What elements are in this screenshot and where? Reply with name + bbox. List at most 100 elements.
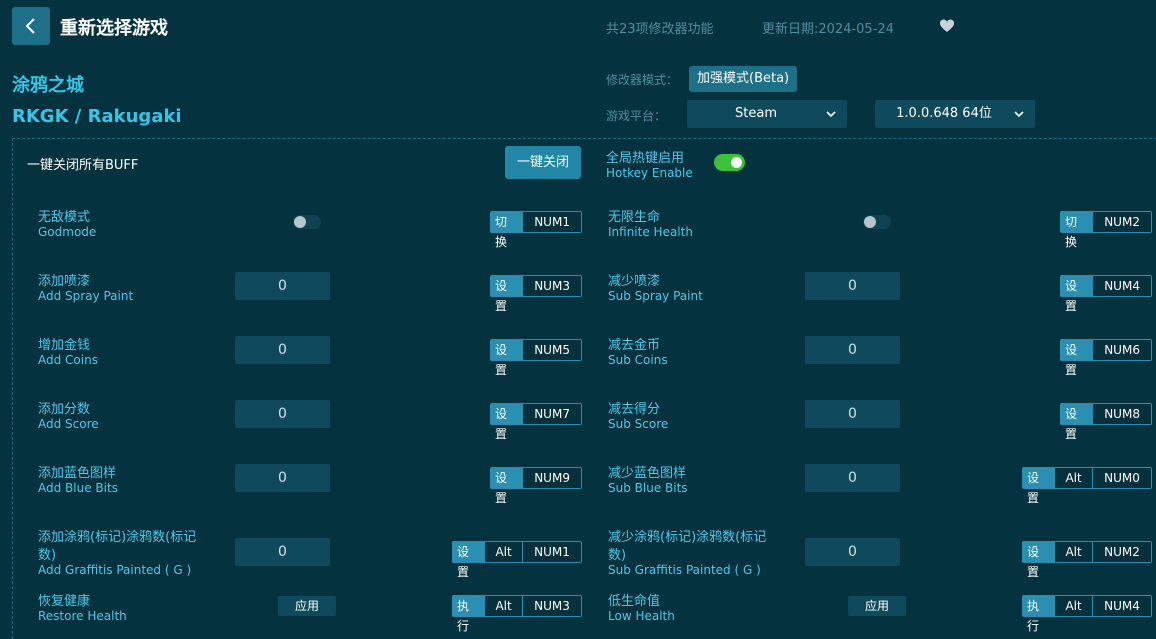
feature-label-en: Sub Blue Bits bbox=[608, 481, 688, 495]
mode-label: 修改器模式： bbox=[606, 73, 679, 87]
hotkey-action-label[interactable]: 设置 bbox=[491, 340, 523, 377]
hotkey-key[interactable]: Alt bbox=[484, 596, 522, 616]
hotkey-group[interactable]: 切换 NUM2 bbox=[1060, 211, 1152, 249]
platform-label: 游戏平台： bbox=[606, 109, 667, 123]
hotkey-group[interactable]: 切换 NUM1 bbox=[490, 211, 582, 249]
feature-label-en: Infinite Health bbox=[608, 225, 693, 239]
feature-label-cn: 减少涂鸦(标记)涂鸦数(标记 bbox=[608, 530, 767, 545]
toggle-knob bbox=[294, 216, 306, 228]
hotkey-group[interactable]: 设置 NUM6 bbox=[1060, 339, 1152, 377]
chevron-down-icon bbox=[826, 111, 836, 118]
hotkey-group[interactable]: 设置 NUM9 bbox=[490, 467, 582, 505]
value-input[interactable]: 0 bbox=[235, 538, 330, 566]
hotkey-action-label[interactable]: 执行 bbox=[453, 596, 485, 633]
feature-label-cn: 减去得分 bbox=[608, 402, 661, 417]
hotkey-group[interactable]: 设置 NUM5 bbox=[490, 339, 582, 377]
hotkey-label-cn: 全局热键启用 bbox=[606, 151, 685, 166]
hotkey-key[interactable]: NUM3 bbox=[522, 276, 581, 296]
feature-count: 共23项修改器功能 bbox=[606, 22, 714, 37]
heart-icon[interactable] bbox=[939, 18, 955, 34]
hotkey-key[interactable]: Alt bbox=[484, 542, 522, 562]
hotkey-group[interactable]: 设置 Alt NUM2 bbox=[1022, 541, 1152, 579]
version-value: 1.0.0.648 64位 bbox=[896, 106, 992, 121]
hotkey-key[interactable]: NUM0 bbox=[1091, 468, 1151, 488]
feature-label-en: Godmode bbox=[38, 225, 97, 239]
feature-label-en: Add Score bbox=[38, 417, 99, 431]
hotkey-action-label[interactable]: 设置 bbox=[491, 404, 523, 441]
value-input[interactable]: 0 bbox=[235, 272, 330, 300]
hotkey-action-label[interactable]: 执行 bbox=[1023, 596, 1055, 633]
hotkey-group[interactable]: 设置 NUM4 bbox=[1060, 275, 1152, 313]
close-all-button[interactable]: 一键关闭 bbox=[505, 146, 581, 179]
feature-label-cn: 添加喷漆 bbox=[38, 274, 91, 289]
hotkey-toggle[interactable] bbox=[714, 154, 745, 171]
feature-label-en: Low Health bbox=[608, 609, 675, 623]
feature-toggle[interactable] bbox=[293, 215, 321, 229]
game-title-cn: 涂鸦之城 bbox=[12, 75, 84, 96]
hotkey-action-label[interactable]: 切换 bbox=[491, 212, 523, 249]
value-input[interactable]: 0 bbox=[805, 464, 900, 492]
toggle-knob bbox=[731, 157, 742, 168]
value-input[interactable]: 0 bbox=[805, 538, 900, 566]
hotkey-key[interactable]: Alt bbox=[1054, 468, 1092, 488]
hotkey-key[interactable]: NUM9 bbox=[522, 468, 581, 488]
feature-label-en: Sub Spray Paint bbox=[608, 289, 703, 303]
feature-label-en: Add Blue Bits bbox=[38, 481, 118, 495]
hotkey-key[interactable]: NUM1 bbox=[522, 212, 581, 232]
feature-label-cn: 恢复健康 bbox=[38, 594, 91, 609]
hotkey-key[interactable]: NUM2 bbox=[1092, 212, 1151, 232]
hotkey-key[interactable]: NUM1 bbox=[521, 542, 581, 562]
hotkey-group[interactable]: 设置 NUM3 bbox=[490, 275, 582, 313]
platform-select[interactable]: Steam bbox=[687, 100, 847, 128]
value-input[interactable]: 0 bbox=[235, 336, 330, 364]
hotkey-action-label[interactable]: 设置 bbox=[1061, 340, 1093, 377]
feature-label-cn: 无敌模式 bbox=[38, 210, 91, 225]
hotkey-group[interactable]: 设置 NUM8 bbox=[1060, 403, 1152, 441]
hotkey-action-label[interactable]: 切换 bbox=[1061, 212, 1093, 249]
hotkey-action-label[interactable]: 设置 bbox=[453, 542, 485, 579]
hotkey-action-label[interactable]: 设置 bbox=[1023, 468, 1055, 505]
hotkey-group[interactable]: 执行 Alt NUM3 bbox=[452, 595, 582, 633]
feature-label-cn: 低生命值 bbox=[608, 594, 661, 609]
hotkey-group[interactable]: 设置 NUM7 bbox=[490, 403, 582, 441]
hotkey-group[interactable]: 执行 Alt NUM4 bbox=[1022, 595, 1152, 633]
back-button[interactable] bbox=[12, 7, 50, 45]
hotkey-key[interactable]: NUM7 bbox=[522, 404, 581, 424]
feature-toggle[interactable] bbox=[863, 215, 891, 229]
feature-label-en: Sub Coins bbox=[608, 353, 668, 367]
hotkey-label-en: Hotkey Enable bbox=[606, 166, 693, 180]
hotkey-action-label[interactable]: 设置 bbox=[491, 276, 523, 313]
hotkey-action-label[interactable]: 设置 bbox=[1061, 276, 1093, 313]
hotkey-key[interactable]: NUM3 bbox=[521, 596, 581, 616]
hotkey-key[interactable]: NUM5 bbox=[522, 340, 581, 360]
hotkey-key[interactable]: NUM8 bbox=[1092, 404, 1151, 424]
apply-button[interactable]: 应用 bbox=[278, 596, 336, 616]
value-input[interactable]: 0 bbox=[805, 336, 900, 364]
version-select[interactable]: 1.0.0.648 64位 bbox=[875, 100, 1035, 128]
feature-label-cn: 无限生命 bbox=[608, 210, 661, 225]
chevron-left-icon bbox=[25, 18, 35, 34]
mode-button[interactable]: 加强模式(Beta) bbox=[689, 66, 798, 92]
hotkey-key[interactable]: Alt bbox=[1054, 596, 1092, 616]
hotkey-key[interactable]: NUM4 bbox=[1092, 276, 1151, 296]
hotkey-key[interactable]: NUM2 bbox=[1091, 542, 1151, 562]
value-input[interactable]: 0 bbox=[235, 464, 330, 492]
hotkey-group[interactable]: 设置 Alt NUM1 bbox=[452, 541, 582, 579]
feature-label-en: Add Spray Paint bbox=[38, 289, 134, 303]
feature-label-cn: 减少蓝色图样 bbox=[608, 466, 687, 481]
toggle-knob bbox=[864, 216, 876, 228]
apply-button[interactable]: 应用 bbox=[848, 596, 906, 616]
hotkey-action-label[interactable]: 设置 bbox=[1061, 404, 1093, 441]
hotkey-key[interactable]: NUM6 bbox=[1092, 340, 1151, 360]
feature-label-en: Add Coins bbox=[38, 353, 98, 367]
hotkey-group[interactable]: 设置 Alt NUM0 bbox=[1022, 467, 1152, 505]
hotkey-action-label[interactable]: 设置 bbox=[491, 468, 523, 505]
hotkey-action-label[interactable]: 设置 bbox=[1023, 542, 1055, 579]
value-input[interactable]: 0 bbox=[235, 400, 330, 428]
hotkey-key[interactable]: Alt bbox=[1054, 542, 1092, 562]
value-input[interactable]: 0 bbox=[805, 400, 900, 428]
hotkey-key[interactable]: NUM4 bbox=[1091, 596, 1151, 616]
feature-label-cn: 减去金币 bbox=[608, 338, 661, 353]
feature-label-cn: 添加蓝色图样 bbox=[38, 466, 117, 481]
value-input[interactable]: 0 bbox=[805, 272, 900, 300]
